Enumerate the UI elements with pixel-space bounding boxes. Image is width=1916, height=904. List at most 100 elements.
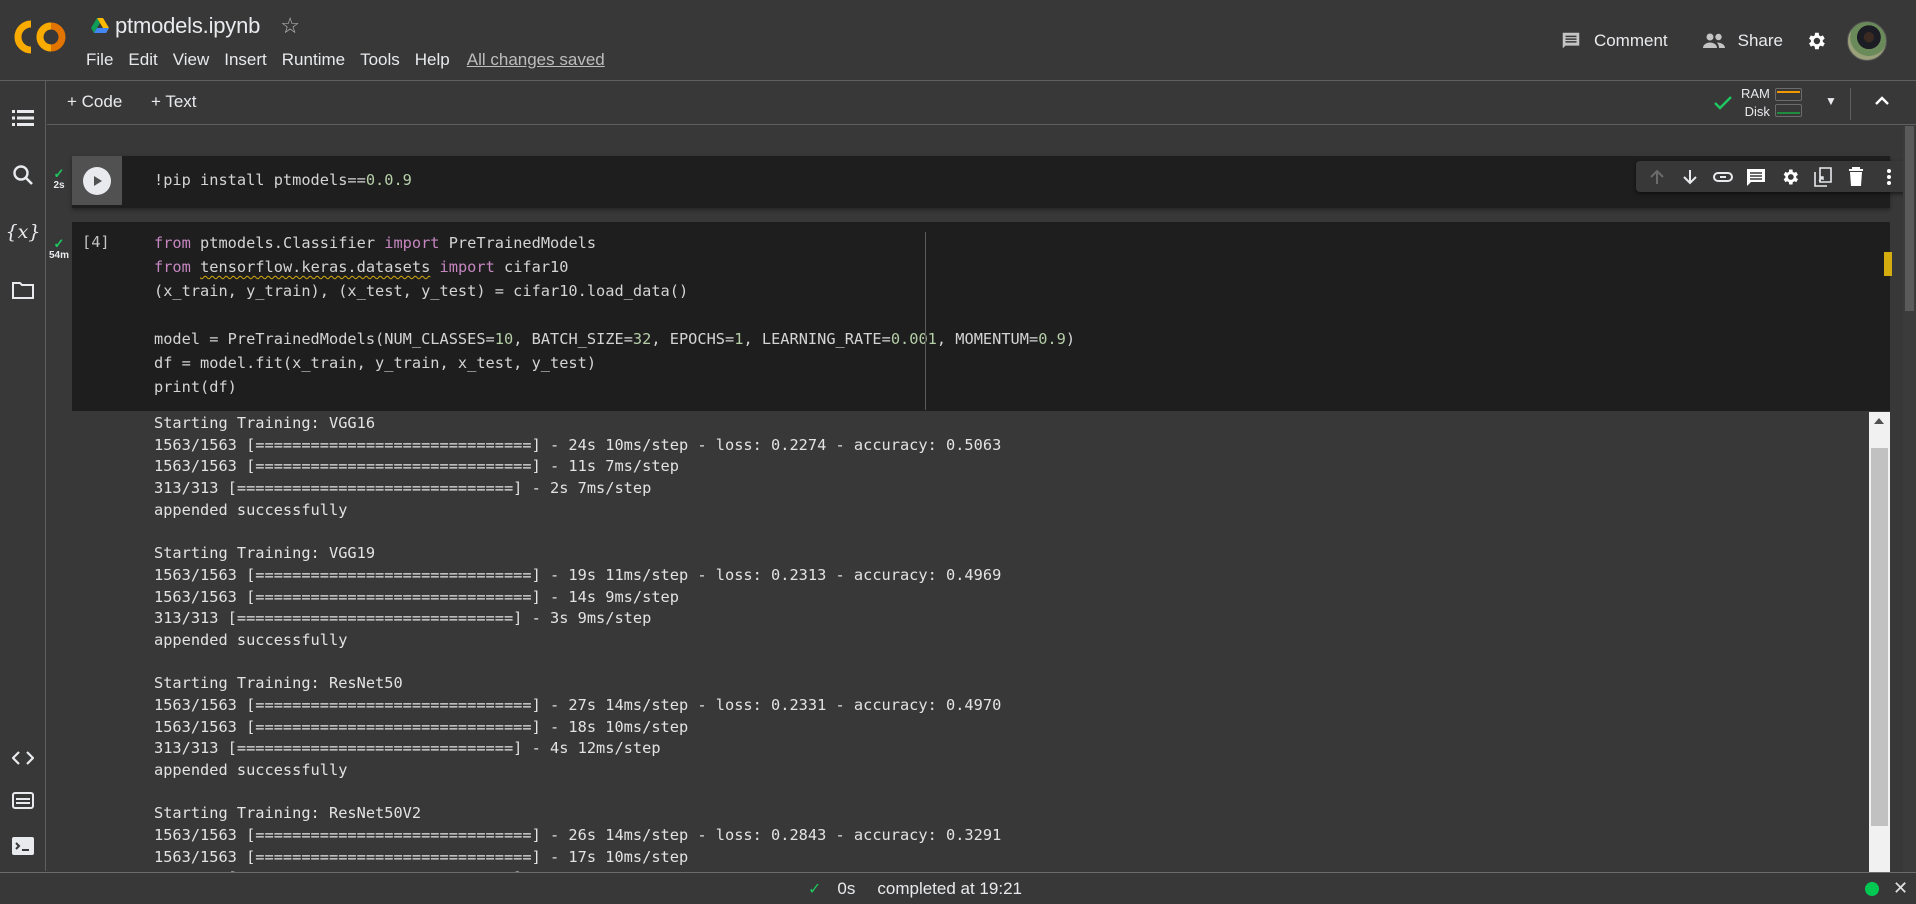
add-comment-icon[interactable] bbox=[1744, 165, 1768, 189]
output-scrollbar[interactable] bbox=[1869, 412, 1890, 872]
success-check-icon: ✓ bbox=[53, 166, 65, 181]
terminal-icon[interactable] bbox=[9, 832, 37, 860]
output-line: 1563/1563 [=============================… bbox=[154, 457, 679, 476]
code-line[interactable]: model = PreTrainedModels(NUM_CLASSES=10,… bbox=[154, 327, 1075, 351]
output-line: 313/313 [==============================]… bbox=[154, 479, 652, 498]
status-bar: ✓ 0s completed at 19:21 ✕ bbox=[0, 872, 1916, 904]
add-code-cell-button[interactable]: + Code bbox=[67, 92, 122, 112]
output-line: Starting Training: VGG19 bbox=[154, 544, 376, 563]
toolbar-divider bbox=[1850, 88, 1851, 120]
menu-insert[interactable]: Insert bbox=[224, 50, 275, 70]
files-icon[interactable] bbox=[9, 276, 37, 304]
output-line: appended successfully bbox=[154, 761, 348, 779]
code-line[interactable]: df = model.fit(x_train, y_train, x_test,… bbox=[154, 351, 1075, 375]
collapse-header-icon[interactable] bbox=[1873, 92, 1891, 110]
disk-label: Disk bbox=[1744, 104, 1770, 119]
output-line: 1563/1563 [=============================… bbox=[154, 826, 1002, 845]
add-text-cell-button[interactable]: + Text bbox=[151, 92, 197, 112]
code-line[interactable]: (x_train, y_train), (x_test, y_test) = c… bbox=[154, 279, 1075, 303]
output-line: 313/313 [==============================]… bbox=[154, 739, 661, 758]
connection-status-dot bbox=[1865, 882, 1879, 896]
code-line[interactable]: from tensorflow.keras.datasets import ci… bbox=[154, 255, 1075, 279]
resources-indicator[interactable]: RAM Disk bbox=[1713, 85, 1802, 121]
ram-usage-bar bbox=[1774, 88, 1802, 101]
search-icon[interactable] bbox=[9, 161, 37, 189]
page-scrollbar[interactable] bbox=[1903, 126, 1916, 872]
share-label: Share bbox=[1737, 30, 1783, 50]
more-options-icon[interactable] bbox=[1877, 165, 1901, 189]
menu-tools[interactable]: Tools bbox=[360, 50, 408, 70]
link-icon[interactable] bbox=[1711, 165, 1735, 189]
comment-label: Comment bbox=[1593, 30, 1668, 50]
code-cell-1[interactable]: !pip install ptmodels==0.0.9 bbox=[72, 156, 1903, 208]
run-cell-button[interactable] bbox=[72, 156, 122, 205]
move-cell-up-icon[interactable] bbox=[1645, 165, 1669, 189]
cell-2-code[interactable]: from ptmodels.Classifier import PreTrain… bbox=[154, 231, 1075, 399]
cell-settings-icon[interactable] bbox=[1778, 165, 1802, 189]
mirror-cell-in-tab-icon[interactable] bbox=[1811, 165, 1835, 189]
output-scroll-thumb[interactable] bbox=[1871, 448, 1888, 826]
settings-button[interactable] bbox=[1805, 30, 1827, 52]
share-button[interactable]: Share bbox=[1702, 30, 1783, 52]
resources-dropdown-icon[interactable]: ▼ bbox=[1825, 94, 1837, 108]
success-check-icon: ✓ bbox=[53, 236, 65, 251]
page-scroll-thumb[interactable] bbox=[1905, 126, 1914, 311]
editor-ruler bbox=[925, 232, 926, 410]
menu-edit[interactable]: Edit bbox=[128, 50, 165, 70]
star-icon[interactable]: ☆ bbox=[280, 15, 300, 37]
warning-marker bbox=[1884, 252, 1892, 276]
menu-file[interactable]: File bbox=[86, 50, 121, 70]
comment-icon bbox=[1562, 32, 1580, 48]
app-header: ptmodels.ipynb ☆ File Edit View Insert R… bbox=[0, 0, 1916, 81]
cell-1-code[interactable]: !pip install ptmodels==0.0.9 bbox=[154, 168, 412, 192]
cell-1-exec-time: 2s bbox=[53, 180, 65, 191]
status-check-icon: ✓ bbox=[808, 881, 822, 898]
menu-bar: File Edit View Insert Runtime Tools Help… bbox=[86, 50, 605, 70]
move-cell-down-icon[interactable] bbox=[1678, 165, 1702, 189]
output-line: 1563/1563 [=============================… bbox=[154, 435, 1002, 454]
code-line[interactable]: print(df) bbox=[154, 375, 1075, 399]
completion-status: completed at 19:21 bbox=[877, 879, 1022, 898]
ram-label: RAM bbox=[1741, 86, 1770, 101]
variables-icon[interactable]: {x} bbox=[6, 218, 41, 246]
colab-logo[interactable] bbox=[14, 20, 68, 54]
google-drive-icon bbox=[91, 18, 109, 33]
close-icon[interactable]: ✕ bbox=[1893, 878, 1908, 899]
code-line[interactable]: from ptmodels.Classifier import PreTrain… bbox=[154, 231, 1075, 255]
execution-count[interactable]: [4] bbox=[82, 233, 110, 251]
cell-1-status: ✓ 2s bbox=[47, 166, 72, 191]
output-line: 1563/1563 [=============================… bbox=[154, 717, 689, 736]
cell-2-exec-time: 54m bbox=[48, 250, 69, 261]
cell-2-status: ✓ 54m bbox=[47, 236, 72, 261]
gear-icon bbox=[1809, 32, 1825, 49]
table-of-contents-icon[interactable] bbox=[9, 104, 37, 132]
notebook-toolbar: + Code + Text RAM Disk ▼ bbox=[47, 82, 1916, 125]
output-text: Starting Training: VGG16 1563/1563 [=====… bbox=[154, 413, 1001, 872]
menu-view[interactable]: View bbox=[173, 50, 218, 70]
output-line: 313/313 [==============================]… bbox=[154, 609, 652, 628]
save-status-link[interactable]: All changes saved bbox=[467, 50, 605, 70]
cell-2-editor[interactable]: [4] from ptmodels.Classifier import PreT… bbox=[72, 222, 1892, 411]
menu-runtime[interactable]: Runtime bbox=[282, 50, 353, 70]
notebook-area: ✓ 2s !pip install ptmodels==0.0.9 ✓ 54m … bbox=[47, 126, 1903, 872]
code-snippets-icon[interactable] bbox=[9, 744, 37, 772]
notebook-title[interactable]: ptmodels.ipynb bbox=[115, 13, 260, 39]
menu-help[interactable]: Help bbox=[415, 50, 458, 70]
user-avatar[interactable] bbox=[1847, 20, 1887, 61]
cell-toolbar bbox=[1636, 161, 1903, 192]
delete-cell-icon[interactable] bbox=[1844, 165, 1868, 189]
execution-duration: 0s bbox=[837, 879, 856, 898]
output-line: 1563/1563 [=============================… bbox=[154, 587, 679, 606]
left-sidebar: {x} bbox=[0, 81, 46, 871]
scroll-up-arrow-icon[interactable] bbox=[1874, 418, 1884, 424]
cell-2-output: Starting Training: VGG16 1563/1563 [=====… bbox=[72, 412, 1890, 872]
code-line[interactable] bbox=[154, 303, 1075, 327]
play-icon bbox=[94, 175, 102, 186]
output-line: 1563/1563 [=============================… bbox=[154, 695, 1002, 714]
command-palette-icon[interactable] bbox=[9, 787, 37, 815]
comment-button[interactable]: Comment bbox=[1560, 30, 1668, 52]
output-line: Starting Training: ResNet50 bbox=[154, 674, 403, 693]
